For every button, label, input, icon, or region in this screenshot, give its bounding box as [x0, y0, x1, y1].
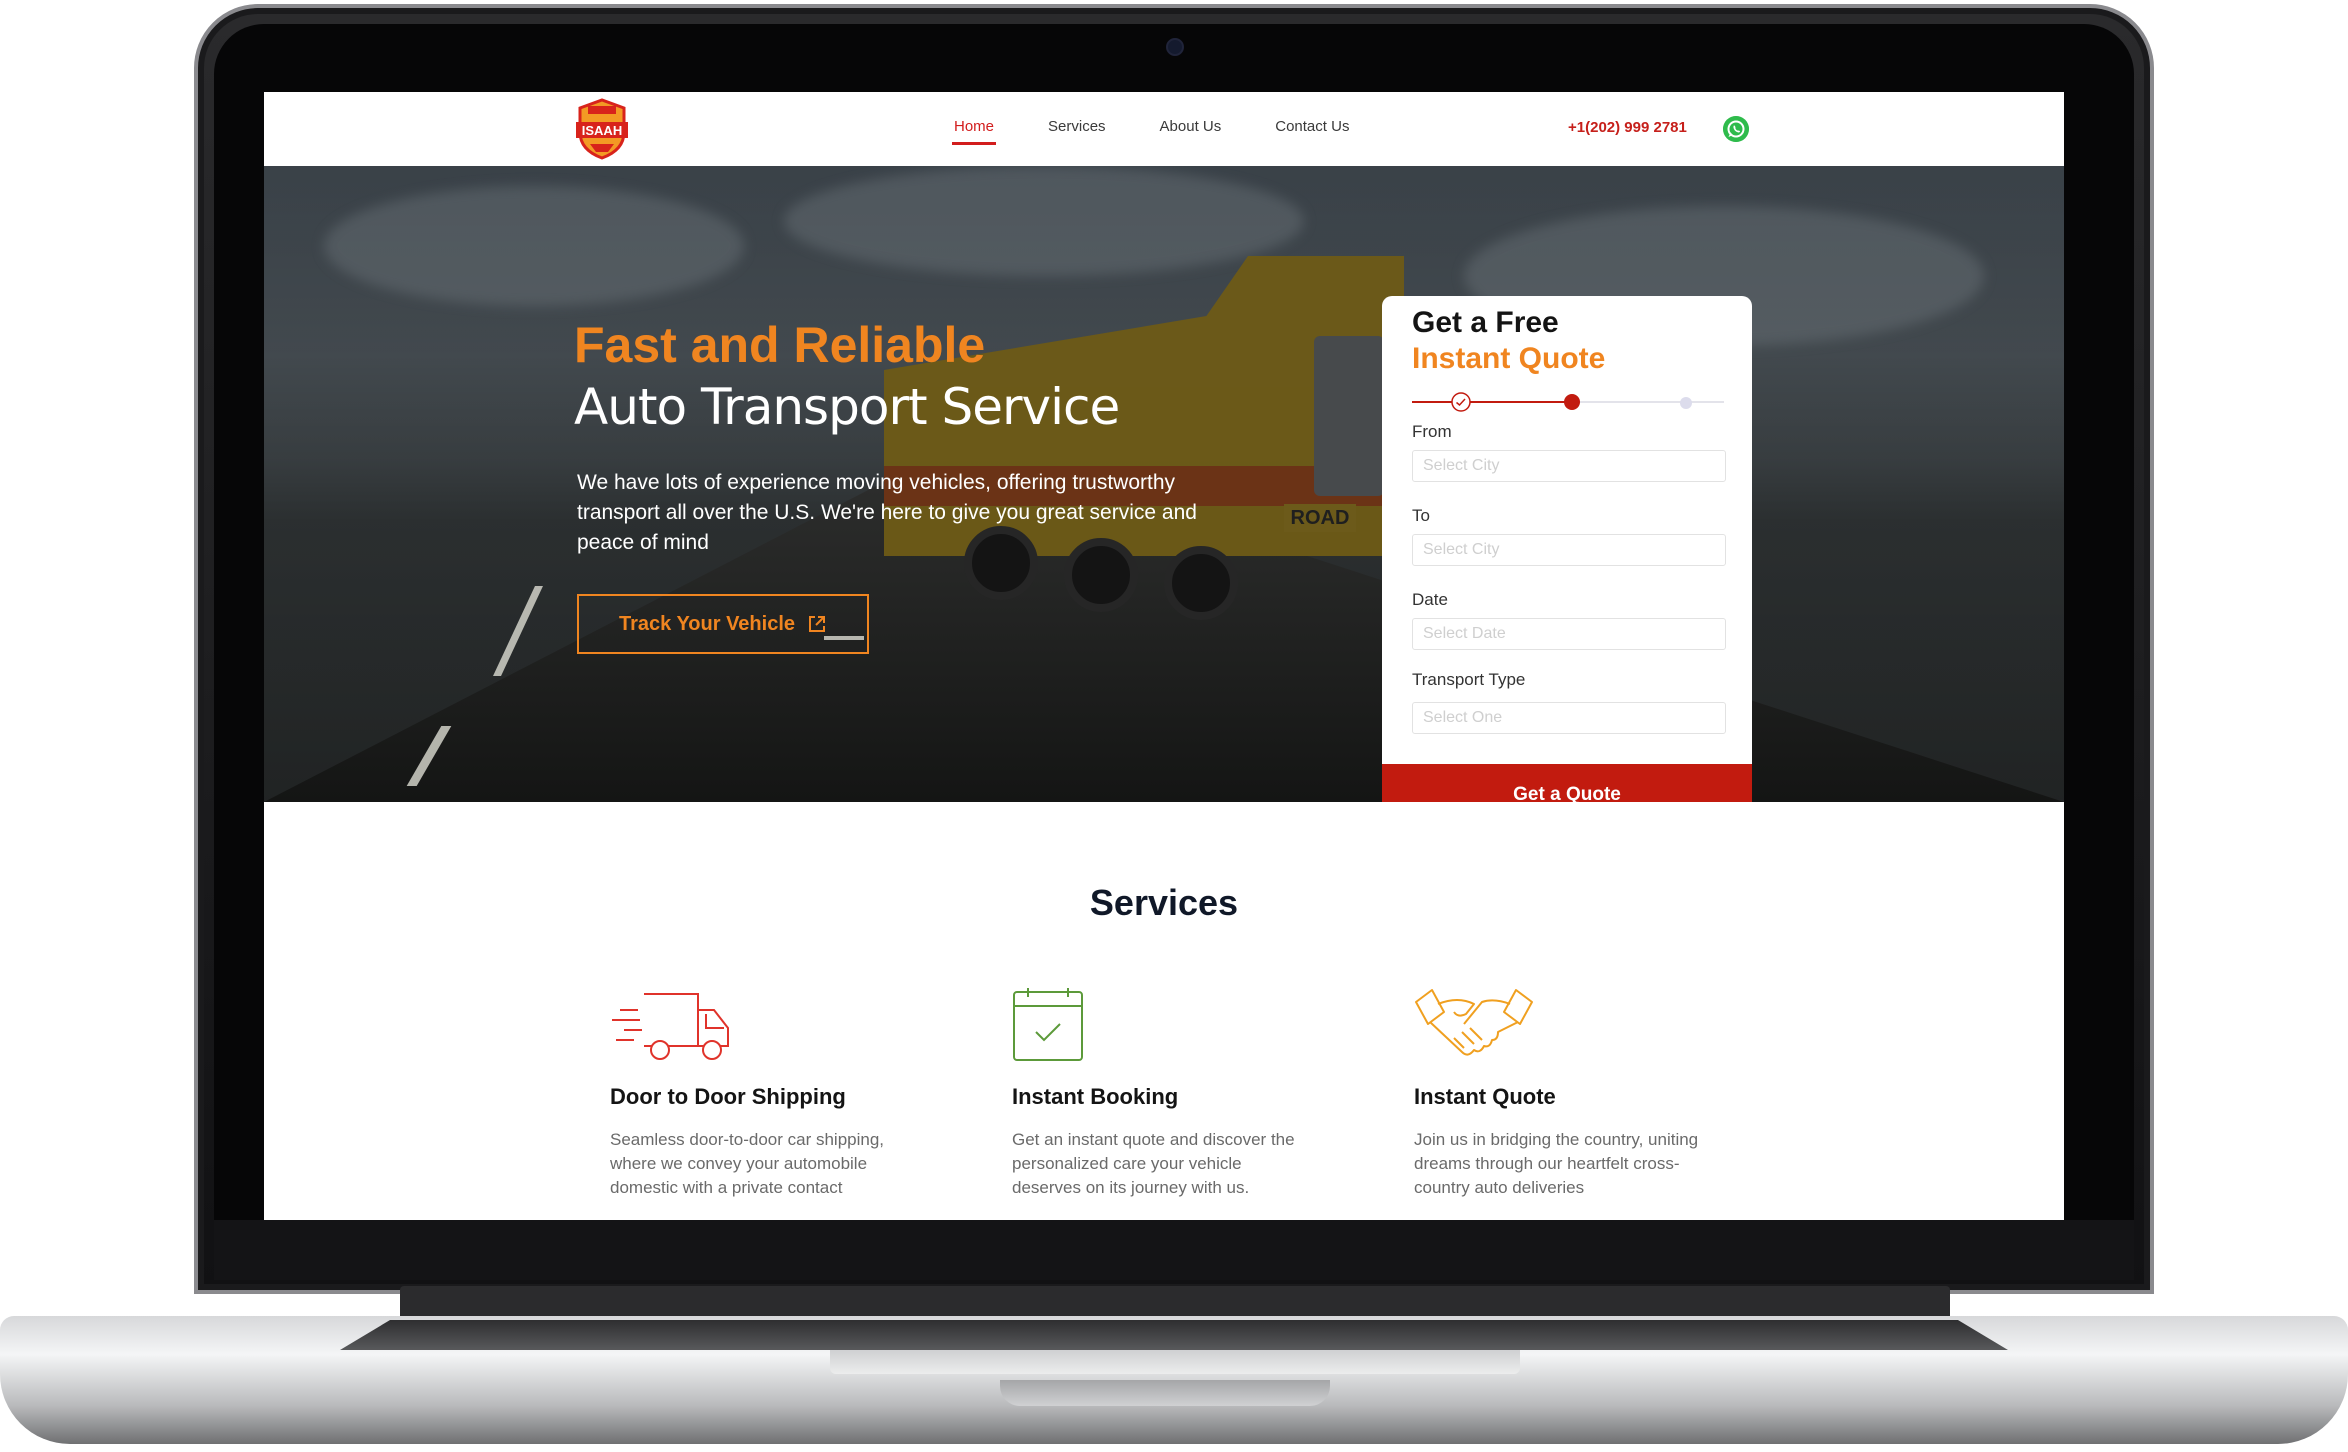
calendar-check-icon — [1013, 988, 1083, 1061]
quote-title-highlight: Instant Quote — [1412, 342, 1606, 375]
from-label: From — [1412, 422, 1452, 441]
nav-contact-us[interactable]: Contact Us — [1275, 118, 1349, 135]
truck-grille — [1314, 336, 1384, 496]
quote-progress-steps — [1412, 392, 1724, 412]
nav-home[interactable]: Home — [951, 118, 997, 145]
phone-number-link[interactable]: +1(202) 999 2781 — [1568, 119, 1687, 136]
hero-section: ROAD Fast and Reliable Auto Transport Se… — [264, 166, 2064, 802]
track-vehicle-label: Track Your Vehicle — [618, 612, 796, 635]
top-navbar: ISAAH Home Services About Us Contact Us … — [264, 92, 2064, 166]
nav-about-us[interactable]: About Us — [1160, 118, 1222, 135]
transport-type-label: Transport Type — [1412, 670, 1526, 689]
laptop-bezel-chin — [214, 1220, 2134, 1280]
service-title: Instant Quote — [1414, 1084, 1556, 1109]
webcam — [1166, 38, 1184, 56]
step-current-dot — [1564, 394, 1580, 410]
step-completed-check-icon — [1451, 392, 1471, 412]
transport-type-select[interactable]: Select One — [1412, 702, 1726, 734]
laptop-hinge — [400, 1286, 1950, 1320]
to-city-select[interactable]: Select City — [1412, 534, 1726, 566]
date-picker[interactable]: Select Date — [1412, 618, 1726, 650]
service-title: Door to Door Shipping — [610, 1084, 846, 1109]
instant-quote-card: Get a Free Instant Quote From Select Cit… — [1382, 296, 1752, 802]
hero-description: We have lots of experience moving vehicl… — [577, 471, 1197, 554]
services-heading: Services — [1089, 882, 1239, 923]
service-description: Seamless door-to-door car shipping, wher… — [610, 1130, 885, 1197]
sky-cloud — [324, 186, 744, 306]
date-label: Date — [1412, 590, 1448, 609]
logo-text: ISAAH — [582, 123, 622, 138]
hero-title: Auto Transport Service — [574, 378, 1120, 436]
whatsapp-icon[interactable] — [1723, 116, 1749, 142]
laptop-opening-notch — [1000, 1380, 1330, 1406]
service-card: Instant Quote Join us in bridging the co… — [1414, 988, 1714, 1200]
truck-plate: ROAD — [1284, 504, 1356, 532]
get-quote-button[interactable]: Get a Quote — [1382, 764, 1752, 802]
service-card: Instant Booking Get an instant quote and… — [1012, 988, 1312, 1200]
hero-title-highlight: Fast and Reliable — [574, 317, 986, 373]
service-description: Get an instant quote and discover the pe… — [1012, 1130, 1295, 1197]
progress-line-complete — [1412, 401, 1572, 403]
progress-line-pending — [1572, 401, 1724, 403]
laptop-trackpad-edge — [830, 1350, 1520, 1374]
laptop-keyboard-edge — [340, 1320, 2008, 1350]
to-label: To — [1412, 506, 1430, 525]
nav-services[interactable]: Services — [1048, 118, 1106, 135]
website-screen: ISAAH Home Services About Us Contact Us … — [264, 92, 2064, 1220]
external-link-icon — [809, 616, 826, 632]
sky-cloud — [784, 166, 1304, 276]
quote-title: Get a Free — [1412, 306, 1559, 339]
service-title: Instant Booking — [1012, 1084, 1179, 1109]
from-city-select[interactable]: Select City — [1412, 450, 1726, 482]
main-menu: Home Services About Us Contact Us — [951, 118, 1349, 145]
delivery-truck-icon — [612, 993, 729, 1060]
service-card: Door to Door Shipping Seamless door-to-d… — [610, 988, 910, 1200]
track-vehicle-button[interactable]: Track Your Vehicle — [577, 594, 869, 654]
step-upcoming-dot — [1680, 397, 1692, 409]
company-logo[interactable]: ISAAH — [574, 98, 630, 160]
service-description: Join us in bridging the country, uniting… — [1414, 1130, 1699, 1197]
handshake-icon — [1415, 989, 1533, 1056]
